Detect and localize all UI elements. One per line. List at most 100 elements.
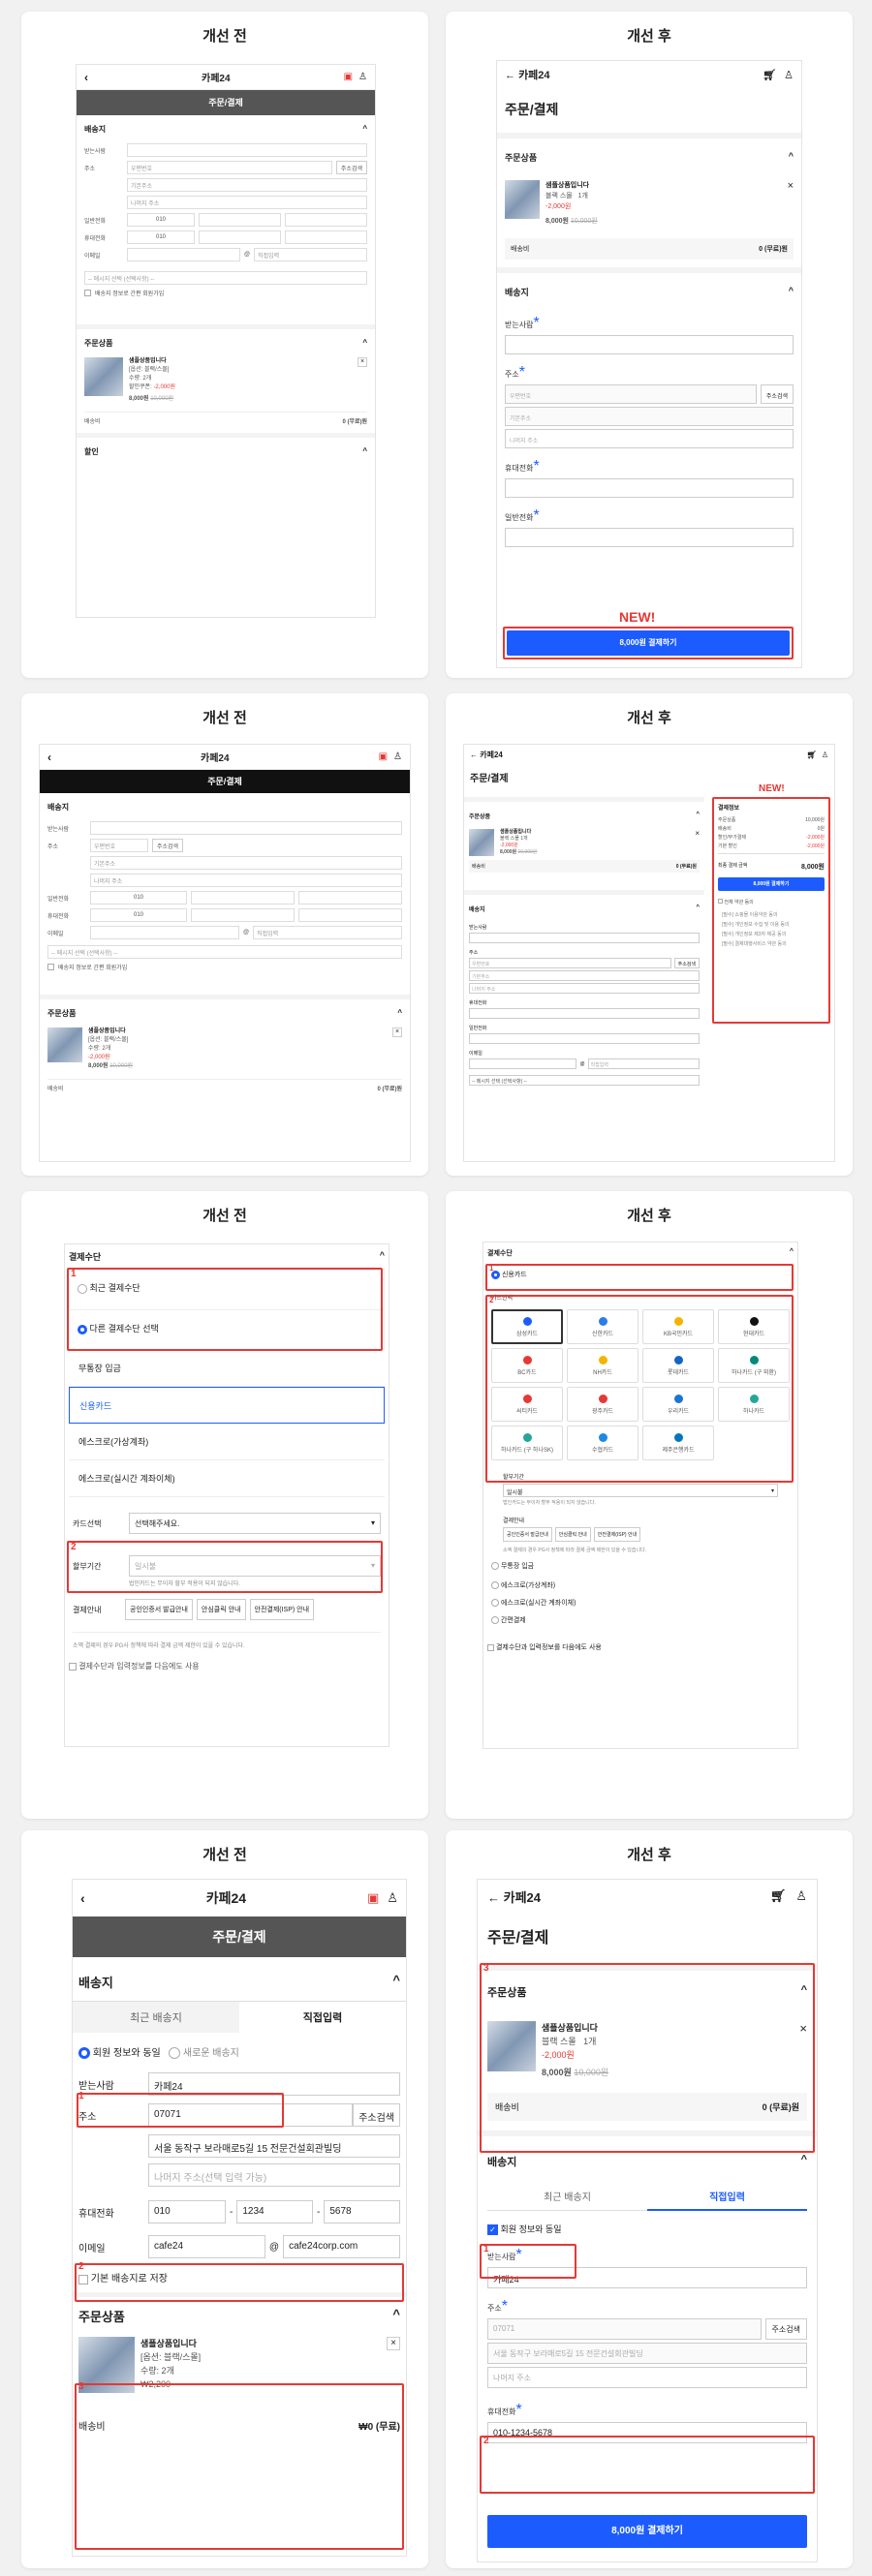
- mobile-mid-input[interactable]: [199, 230, 281, 244]
- receiver-input[interactable]: [127, 143, 367, 157]
- back-icon[interactable]: ‹: [47, 751, 51, 764]
- checkbox[interactable]: [69, 1662, 77, 1671]
- base-address-input[interactable]: 기본주소: [505, 407, 794, 426]
- checkbox-checked[interactable]: ✓: [487, 2224, 498, 2236]
- checkbox[interactable]: [487, 1643, 494, 1651]
- mobile-mid-input[interactable]: 1234: [236, 2200, 313, 2224]
- receiver-input[interactable]: [90, 821, 402, 835]
- guide-button-safe-click[interactable]: 안심클릭 안내: [554, 1527, 591, 1542]
- radio[interactable]: [491, 1616, 499, 1625]
- pay-button[interactable]: 8,000원 결제하기: [507, 630, 790, 656]
- agree-item[interactable]: [필수] 개인정보 제3자 제공 동의: [722, 931, 825, 937]
- phone-last-input[interactable]: [285, 213, 367, 227]
- phone-input[interactable]: [469, 1033, 700, 1044]
- email-id-input[interactable]: [127, 248, 240, 261]
- cart-icon[interactable]: ▣: [367, 1890, 379, 1906]
- receiver-input[interactable]: [469, 933, 700, 943]
- chevron-up-icon[interactable]: ^: [392, 2307, 400, 2325]
- chevron-up-icon[interactable]: ^: [801, 2154, 807, 2169]
- chevron-up-icon[interactable]: ^: [362, 124, 367, 135]
- installment-select[interactable]: 일시불 ▾: [503, 1484, 778, 1497]
- cart-icon[interactable]: 🛒︎: [807, 751, 817, 759]
- rest-address-input[interactable]: 나머지 주소: [487, 2367, 807, 2389]
- base-address-input[interactable]: 서울 동작구 보라매로5길 15 전문건설회관빌딩: [148, 2134, 400, 2159]
- zip-input[interactable]: 우편번호: [505, 384, 757, 404]
- mobile-prefix-select[interactable]: 010: [90, 908, 187, 922]
- rest-address-input[interactable]: 나머지 주소: [127, 196, 367, 209]
- address-search-button[interactable]: 주소검색: [764, 2318, 807, 2341]
- chevron-up-icon[interactable]: ^: [696, 812, 700, 820]
- pay-option-escrow[interactable]: 에스크로(가상계좌): [69, 1424, 385, 1460]
- phone-last-input[interactable]: [298, 891, 402, 905]
- chevron-up-icon[interactable]: ^: [789, 286, 794, 298]
- checkbox[interactable]: [718, 899, 723, 904]
- back-icon[interactable]: ‹: [84, 71, 88, 84]
- mobile-mid-input[interactable]: [191, 908, 295, 922]
- close-icon[interactable]: ×: [358, 357, 367, 367]
- chevron-up-icon[interactable]: ^: [380, 1250, 385, 1263]
- cart-icon[interactable]: ▣: [379, 751, 388, 762]
- cart-icon[interactable]: 🛒︎: [770, 1888, 787, 1904]
- cart-icon[interactable]: ▣: [344, 72, 353, 82]
- ship-message-select[interactable]: -- 메시지 선택 (선택사항) --: [84, 271, 367, 285]
- chevron-up-icon[interactable]: ^: [362, 446, 367, 457]
- user-icon[interactable]: ♙: [387, 1890, 398, 1906]
- address-search-button[interactable]: 주소검색: [673, 958, 700, 968]
- close-icon[interactable]: ×: [695, 829, 700, 856]
- close-icon[interactable]: ×: [387, 2337, 400, 2351]
- ship-message-select[interactable]: -- 메시지 선택 (선택사항) --: [47, 945, 402, 959]
- chevron-up-icon[interactable]: ^: [362, 338, 367, 349]
- user-icon[interactable]: ♙: [822, 751, 828, 759]
- radio[interactable]: [169, 2047, 181, 2060]
- rest-address-input[interactable]: 나머지 주소: [505, 429, 794, 448]
- phone-prefix-select[interactable]: 010: [90, 891, 187, 905]
- mobile-input[interactable]: [505, 478, 794, 498]
- close-icon[interactable]: ×: [392, 1027, 402, 1037]
- address-search-button[interactable]: 주소검색: [760, 384, 794, 404]
- base-address-input[interactable]: 기본주소: [469, 970, 700, 981]
- tab-recent[interactable]: 최근 배송지: [487, 2183, 647, 2211]
- zip-input[interactable]: 우편번호: [469, 958, 671, 968]
- guide-button-isp[interactable]: 안전결제(ISP) 안내: [249, 1599, 315, 1620]
- pay-option-escrow-realtime[interactable]: 에스크로(실시간 계좌이체): [69, 1460, 385, 1497]
- mobile-last-input[interactable]: [285, 230, 367, 244]
- checkbox[interactable]: [47, 964, 54, 970]
- email-id-input[interactable]: [90, 926, 239, 939]
- address-search-button[interactable]: 주소검색: [353, 2103, 400, 2128]
- base-address-input[interactable]: 서울 동작구 보라매로5길 15 전문건설회관빌딩: [487, 2343, 807, 2365]
- base-address-input[interactable]: 기본주소: [90, 856, 402, 870]
- user-icon[interactable]: ♙: [784, 69, 794, 81]
- chevron-up-icon[interactable]: ^: [790, 1248, 794, 1258]
- guide-button-isp[interactable]: 안전결제(ISP) 안내: [593, 1527, 641, 1542]
- back-arrow-icon[interactable]: ←: [470, 751, 478, 759]
- receiver-input[interactable]: [505, 335, 794, 354]
- checkbox[interactable]: [84, 290, 91, 296]
- radio[interactable]: [491, 1599, 499, 1608]
- email-domain-select[interactable]: 직접입력: [253, 926, 402, 939]
- pay-button[interactable]: 8,000원 결제하기: [718, 877, 825, 891]
- tab-direct[interactable]: 직접입력: [647, 2183, 807, 2211]
- phone-input[interactable]: [505, 528, 794, 547]
- back-arrow-icon[interactable]: ←: [505, 70, 515, 81]
- chevron-up-icon[interactable]: ^: [696, 905, 700, 913]
- user-icon[interactable]: ♙: [393, 751, 402, 762]
- mobile-last-input[interactable]: 5678: [324, 2200, 400, 2224]
- chevron-up-icon[interactable]: ^: [789, 151, 794, 164]
- mobile-prefix-select[interactable]: 010: [127, 230, 195, 244]
- guide-button-cert[interactable]: 공인인증서 발급안내: [125, 1599, 193, 1620]
- close-icon[interactable]: ×: [788, 180, 794, 227]
- phone-prefix-select[interactable]: 010: [127, 213, 195, 227]
- zip-input[interactable]: 우편번호: [90, 839, 148, 852]
- user-icon[interactable]: ♙: [358, 72, 367, 82]
- email-domain-select[interactable]: cafe24corp.com: [283, 2235, 400, 2259]
- tab-direct[interactable]: 직접입력: [239, 2002, 406, 2033]
- back-icon[interactable]: ‹: [80, 1890, 85, 1906]
- radio[interactable]: [491, 1562, 499, 1571]
- radio[interactable]: [491, 1581, 499, 1590]
- agree-item[interactable]: [필수] 쇼핑몰 이용약관 동의: [722, 911, 825, 918]
- chevron-up-icon[interactable]: ^: [397, 1008, 402, 1019]
- rest-address-input[interactable]: 나머지 주소: [469, 983, 700, 994]
- radio[interactable]: [78, 2047, 90, 2060]
- tab-recent[interactable]: 최근 배송지: [73, 2002, 239, 2033]
- ship-message-select[interactable]: -- 메시지 선택 (선택사항) --: [469, 1075, 700, 1086]
